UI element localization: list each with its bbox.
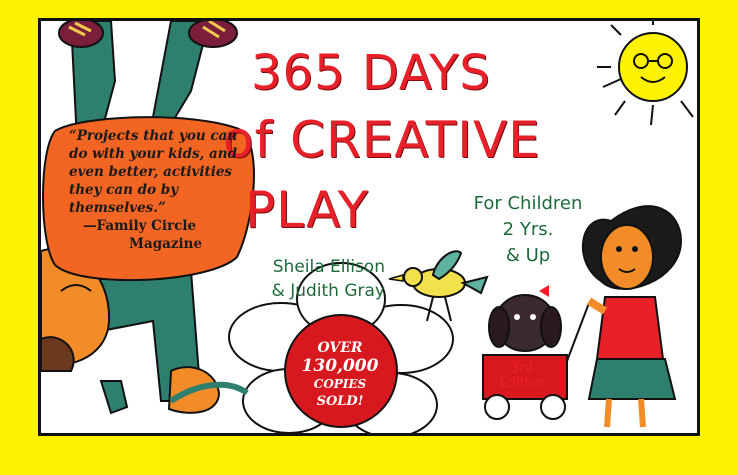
author-2: & Judith Gray [271, 281, 385, 301]
copies-sold-badge: OVER 130,000 COPIES SOLD! [285, 339, 395, 411]
copies-line-2: 130,000 [301, 356, 379, 376]
title-line-3: PLAY [245, 181, 370, 239]
quote-source-1: —Family Circle [83, 218, 197, 234]
title-line-2: of CREATIVE [223, 111, 541, 169]
edition-line-1: 3rd [511, 361, 533, 376]
age-subtitle: For Children 2 Yrs. & Up [443, 191, 613, 269]
copies-line-3: COPIES [313, 377, 367, 391]
dog-icon [488, 285, 562, 352]
edition-badge: 3rd Edition [487, 361, 557, 391]
sun-with-glasses-icon [597, 21, 694, 126]
authors: Sheila Ellison & Judith Gray [223, 255, 385, 303]
quote-source-2: Magazine [129, 236, 203, 252]
copies-line-4: SOLD! [316, 394, 364, 409]
subtitle-line-1: For Children [473, 193, 583, 214]
copies-line-1: OVER [317, 340, 363, 356]
author-1: Sheila Ellison [272, 257, 385, 277]
subtitle-line-3: & Up [505, 245, 551, 266]
book-cover: 365 DAYS of CREATIVE PLAY For Children 2… [38, 18, 700, 436]
edition-line-2: Edition [499, 376, 545, 391]
quote-text: “Projects that you can do with your kids… [69, 128, 238, 216]
subtitle-line-2: 2 Yrs. [502, 219, 554, 240]
title-line-1: 365 DAYS [251, 45, 491, 101]
review-quote: “Projects that you can do with your kids… [51, 127, 245, 253]
